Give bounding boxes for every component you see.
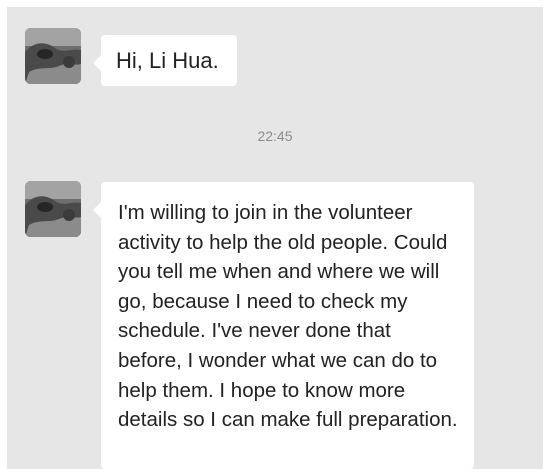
avatar-image xyxy=(25,181,81,237)
message-text: Hi, Li Hua. xyxy=(116,48,219,73)
user-avatar[interactable] xyxy=(25,181,81,237)
user-avatar[interactable] xyxy=(25,28,81,84)
avatar-image xyxy=(25,28,81,84)
message-text: I'm willing to join in the volunteer act… xyxy=(118,201,458,432)
message-bubble[interactable]: I'm willing to join in the volunteer act… xyxy=(93,182,474,469)
message-bubble[interactable]: Hi, Li Hua. xyxy=(93,35,237,86)
message-timestamp: 22:45 xyxy=(257,128,293,144)
chat-panel: Hi, Li Hua. 22:45 I'm willing to join in… xyxy=(7,7,543,469)
